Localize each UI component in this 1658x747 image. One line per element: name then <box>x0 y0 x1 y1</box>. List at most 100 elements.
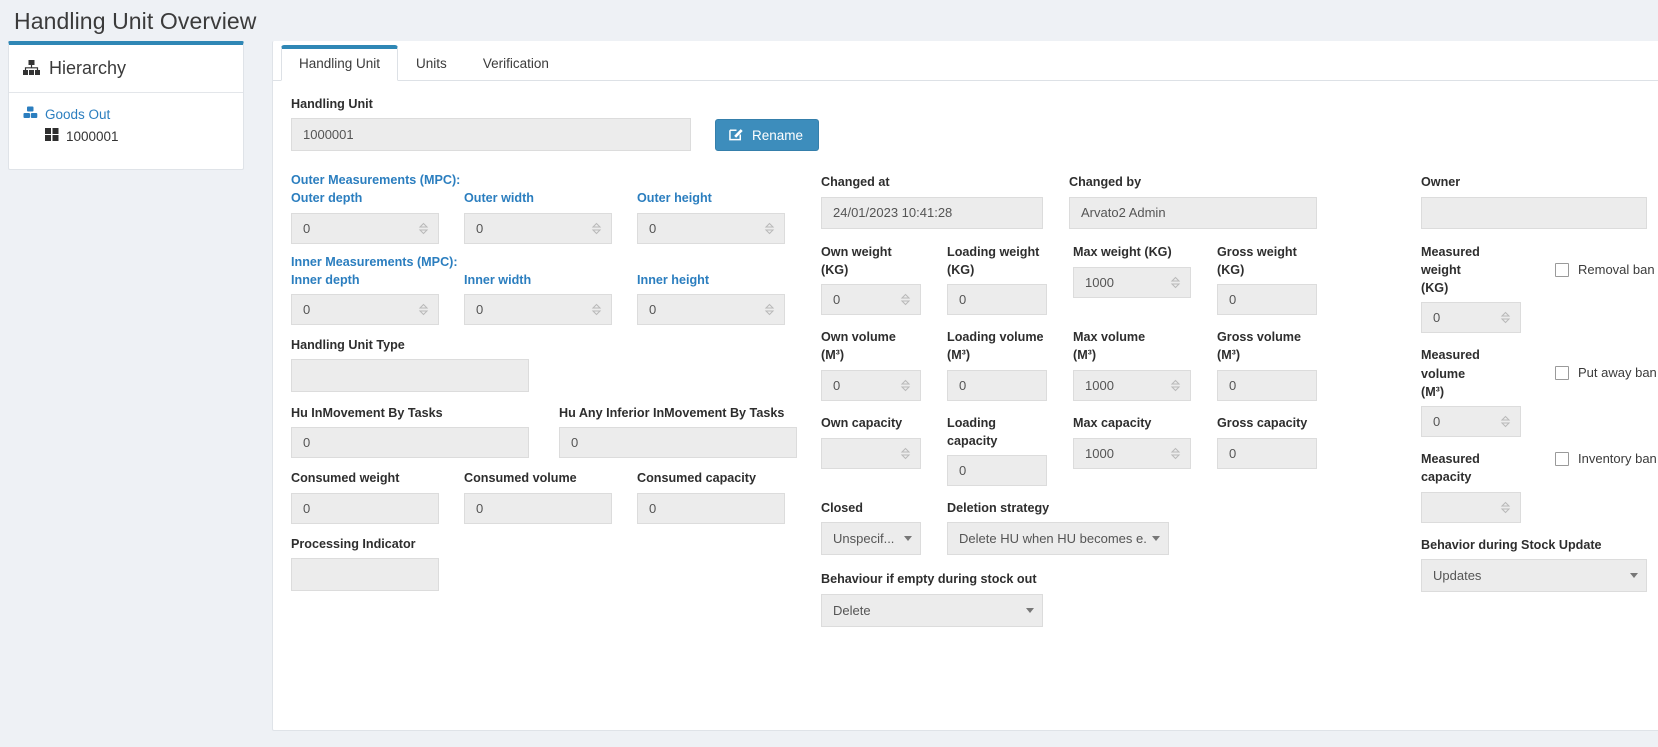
behaviour-if-empty-select[interactable]: Delete <box>821 593 1043 627</box>
field-hu-any-inferior-inmovement-by-tasks: Hu Any Inferior InMovement By Tasks 0 <box>559 404 797 459</box>
loading-weight-input[interactable]: 0 <box>947 284 1047 315</box>
behaviour-if-empty-label: Behaviour if empty during stock out <box>821 572 1037 587</box>
outer-measurements-group-label: Outer Measurements (MPC): <box>291 173 461 188</box>
behavior-stock-update-select[interactable]: Updates <box>1421 558 1647 592</box>
spinner-icon[interactable] <box>1169 447 1182 460</box>
checkbox-put-away-ban[interactable]: Put away ban <box>1555 365 1657 437</box>
capacity-row: Own capacity Loading capacity 0 Max capa… <box>821 414 1421 486</box>
max-volume-input[interactable]: 1000 <box>1073 369 1191 401</box>
tab-units[interactable]: Units <box>398 46 465 82</box>
outer-width-input[interactable]: 0 <box>464 212 612 244</box>
checkbox-box[interactable] <box>1555 366 1569 381</box>
outer-depth-label: Outer depth <box>291 191 363 206</box>
spinner-icon[interactable] <box>1169 276 1182 289</box>
outer-depth-input[interactable]: 0 <box>291 212 439 244</box>
spinner-icon[interactable] <box>899 293 912 306</box>
gross-capacity-input[interactable]: 0 <box>1217 437 1317 469</box>
max-weight-input[interactable]: 1000 <box>1073 266 1191 298</box>
field-deletion-strategy: Deletion strategy Delete HU when HU beco… <box>947 499 1169 556</box>
spinner-icon[interactable] <box>899 379 912 392</box>
own-capacity-input[interactable] <box>821 437 921 469</box>
spinner-icon[interactable] <box>417 222 430 235</box>
consumed-weight-input[interactable]: 0 <box>291 492 439 524</box>
own-volume-input[interactable]: 0 <box>821 369 921 401</box>
spinner-icon[interactable] <box>590 222 603 235</box>
hu-inmovement-input[interactable]: 0 <box>291 427 529 459</box>
measured-volume-input[interactable]: 0 <box>1421 406 1521 437</box>
handling-unit-label: Handling Unit <box>291 97 373 111</box>
spinner-icon[interactable] <box>1499 415 1512 428</box>
loading-volume-input[interactable]: 0 <box>947 369 1047 401</box>
hu-any-inferior-inmovement-label: Hu Any Inferior InMovement By Tasks <box>559 406 785 420</box>
changed-at-label: Changed at <box>821 175 890 190</box>
checkbox-removal-ban[interactable]: Removal ban <box>1555 262 1655 334</box>
checkbox-box[interactable] <box>1555 262 1569 277</box>
changed-by-input[interactable]: Arvato2 Admin <box>1069 196 1317 229</box>
outer-height-input[interactable]: 0 <box>637 212 785 244</box>
own-volume-value: 0 <box>833 377 841 393</box>
inner-height-value: 0 <box>649 301 657 317</box>
changed-at-input[interactable]: 24/01/2023 10:41:28 <box>821 196 1043 229</box>
outer-measurements-row: Outer depth 0 Outer width 0 Outer height… <box>291 189 821 244</box>
field-max-weight: Max weight (KG) 1000 <box>1073 243 1191 316</box>
closed-label: Closed <box>821 501 863 515</box>
inner-height-input[interactable]: 0 <box>637 293 785 325</box>
consumed-weight-value: 0 <box>303 500 311 516</box>
tab-bar: Handling Unit Units Verification Actions <box>273 41 1658 81</box>
spinner-icon[interactable] <box>590 303 603 316</box>
chevron-down-icon <box>904 536 912 542</box>
field-max-volume: Max volume (M³) 1000 <box>1073 328 1191 401</box>
tree-item-goods-out[interactable]: Goods Out <box>23 103 229 125</box>
consumed-volume-input[interactable]: 0 <box>464 492 612 524</box>
processing-indicator-input[interactable] <box>291 557 439 591</box>
measured-weight-input[interactable]: 0 <box>1421 302 1521 334</box>
behavior-stock-update-label: Behavior during Stock Update <box>1421 537 1602 552</box>
hu-any-inferior-inmovement-input[interactable]: 0 <box>559 427 797 459</box>
max-weight-value: 1000 <box>1085 274 1114 290</box>
loading-capacity-label: Loading capacity <box>947 415 998 448</box>
hierarchy-panel: Hierarchy Goods Out 1000001 <box>8 41 244 170</box>
measured-weight-label: Measured weight (KG) <box>1421 244 1480 296</box>
spinner-icon[interactable] <box>417 303 430 316</box>
tab-verification[interactable]: Verification <box>465 46 567 82</box>
gross-volume-input[interactable]: 0 <box>1217 369 1317 401</box>
page-title: Handling Unit Overview <box>14 8 257 34</box>
boxes-icon <box>23 106 38 122</box>
owner-input[interactable] <box>1421 196 1647 229</box>
closed-select[interactable]: Unspecif... <box>821 522 921 556</box>
handling-unit-row: Handling Unit 1000001 Rename <box>291 95 1658 152</box>
loading-capacity-input[interactable]: 0 <box>947 455 1047 486</box>
rename-button[interactable]: Rename <box>715 119 820 152</box>
spinner-icon[interactable] <box>763 303 776 316</box>
loading-capacity-value: 0 <box>959 463 967 478</box>
consumed-capacity-input[interactable]: 0 <box>637 492 785 524</box>
tree-item-1000001[interactable]: 1000001 <box>23 125 229 147</box>
spinner-icon[interactable] <box>763 222 776 235</box>
inner-depth-input[interactable]: 0 <box>291 293 439 325</box>
loading-volume-label: Loading volume (M³) <box>947 330 1044 363</box>
handling-unit-type-label: Handling Unit Type <box>291 337 405 352</box>
gross-weight-input[interactable]: 0 <box>1217 284 1317 315</box>
own-weight-input[interactable]: 0 <box>821 284 921 315</box>
deletion-strategy-select[interactable]: Delete HU when HU becomes e... <box>947 522 1169 556</box>
checkbox-inventory-ban[interactable]: Inventory ban <box>1555 451 1657 523</box>
column-measured: Owner Measured weight (KG) 0 Removal ban… <box>1421 171 1658 626</box>
spinner-icon[interactable] <box>1169 379 1182 392</box>
measured-capacity-input[interactable] <box>1421 491 1521 523</box>
hierarchy-panel-title: Hierarchy <box>49 58 127 78</box>
inner-width-input[interactable]: 0 <box>464 293 612 325</box>
column-measurements: Outer Measurements (MPC): Outer depth 0 <box>291 171 821 626</box>
gross-capacity-label: Gross capacity <box>1217 415 1308 430</box>
tab-handling-unit[interactable]: Handling Unit <box>281 44 399 81</box>
spinner-icon[interactable] <box>1499 311 1512 324</box>
field-outer-width: Outer width 0 <box>464 189 612 244</box>
max-capacity-input[interactable]: 1000 <box>1073 437 1191 469</box>
handling-unit-type-input[interactable] <box>291 359 529 392</box>
spinner-icon[interactable] <box>899 447 912 460</box>
checkbox-box[interactable] <box>1555 452 1569 466</box>
spinner-icon[interactable] <box>1499 501 1512 514</box>
handling-unit-input[interactable]: 1000001 <box>291 118 691 152</box>
gross-weight-label: Gross weight (KG) <box>1217 244 1297 277</box>
max-volume-value: 1000 <box>1085 377 1114 393</box>
field-own-volume: Own volume (M³) 0 <box>821 328 921 401</box>
